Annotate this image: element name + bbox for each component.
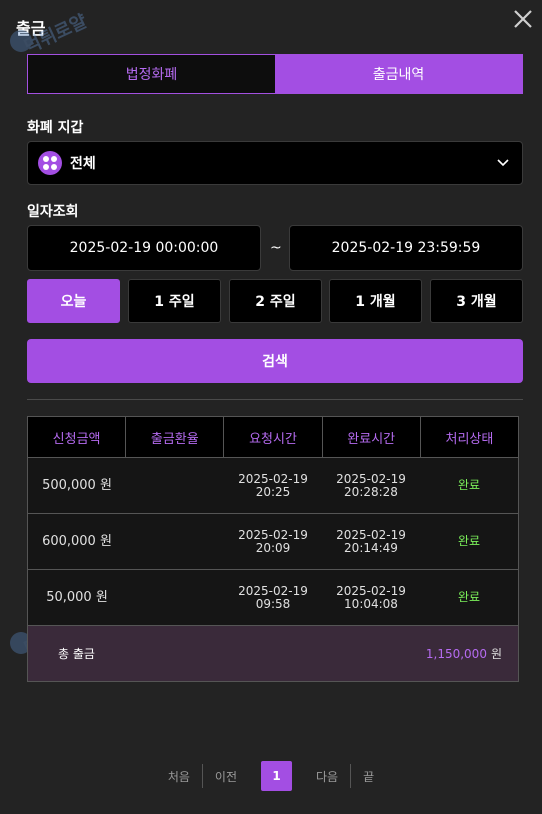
pagination-next[interactable]: 다음 [304,768,350,785]
column-header-rate: 출금환율 [126,417,225,457]
tab-bar: 법정화폐 출금내역 [27,54,523,94]
wallet-selected-value: 전체 [70,156,96,172]
search-button[interactable]: 검색 [27,339,523,383]
date-from-input[interactable]: 2025-02-19 00:00:00 [27,225,261,271]
table-row: 50,000 원 2025-02-19 09:58 2025-02-19 10:04… [28,569,518,625]
tab-withdraw-history[interactable]: 출금내역 [275,55,522,93]
cell-rate [126,570,224,625]
column-header-amount: 신청금액 [28,417,127,457]
pagination-prev[interactable]: 이전 [203,768,249,785]
pagination-current-page[interactable]: 1 [261,761,293,791]
total-value: 1,150,000 [425,647,487,661]
pagination-first[interactable]: 처음 [156,768,202,785]
period-1month-button[interactable]: 1 개월 [329,279,422,323]
wallet-icon [38,151,62,175]
pagination-last[interactable]: 끝 [351,768,386,785]
cell-status: 완료 [457,534,481,548]
cell-complete-time: 2025-02-19 20:28:28 [336,471,406,499]
table-total-row: 총 출금 1,150,000 원 [28,625,518,681]
date-separator: ~ [270,240,282,256]
wallet-select[interactable]: 전체 [27,141,523,185]
cell-request-time: 2025-02-19 20:25 [238,471,308,499]
column-header-request-time: 요청시간 [224,417,323,457]
cell-amount: 50,000 원 [46,590,108,605]
table-row: 600,000 원 2025-02-19 20:09 2025-02-19 20:1… [28,513,518,569]
tab-fiat[interactable]: 법정화폐 [28,55,275,93]
chevron-down-icon [497,159,509,167]
cell-request-time: 2025-02-19 20:09 [238,527,308,555]
withdraw-history-table: 신청금액 출금환율 요청시간 완료시간 처리상태 500,000 원 2025-… [27,416,519,682]
table-header: 신청금액 출금환율 요청시간 완료시간 처리상태 [28,417,518,457]
close-icon[interactable] [512,8,534,30]
cell-amount: 600,000 원 [42,534,112,549]
cell-complete-time: 2025-02-19 10:04:08 [336,583,406,611]
cell-request-time: 2025-02-19 09:58 [238,583,308,611]
total-label: 총 출금 [58,647,95,661]
pagination: 처음 이전 1 다음 끝 [0,761,542,791]
period-today-button[interactable]: 오늘 [27,279,120,323]
table-row: 500,000 원 2025-02-19 20:25 2025-02-19 20:2… [28,457,518,513]
divider [27,399,523,400]
cell-complete-time: 2025-02-19 20:14:49 [336,527,406,555]
wallet-label: 화폐 지갑 [27,120,84,136]
cell-status: 완료 [457,590,481,604]
period-1week-button[interactable]: 1 주일 [128,279,221,323]
cell-amount: 500,000 원 [42,478,112,493]
period-3month-button[interactable]: 3 개월 [430,279,523,323]
period-2week-button[interactable]: 2 주일 [229,279,322,323]
cell-status: 완료 [457,478,481,492]
cell-rate [126,514,224,569]
column-header-complete-time: 완료시간 [323,417,421,457]
cell-rate [126,458,224,513]
column-header-status: 처리상태 [445,431,494,447]
date-filter-label: 일자조회 [27,204,79,220]
page-title: 출금 [16,19,46,38]
date-to-input[interactable]: 2025-02-19 23:59:59 [289,225,523,271]
total-unit: 원 [490,647,502,661]
